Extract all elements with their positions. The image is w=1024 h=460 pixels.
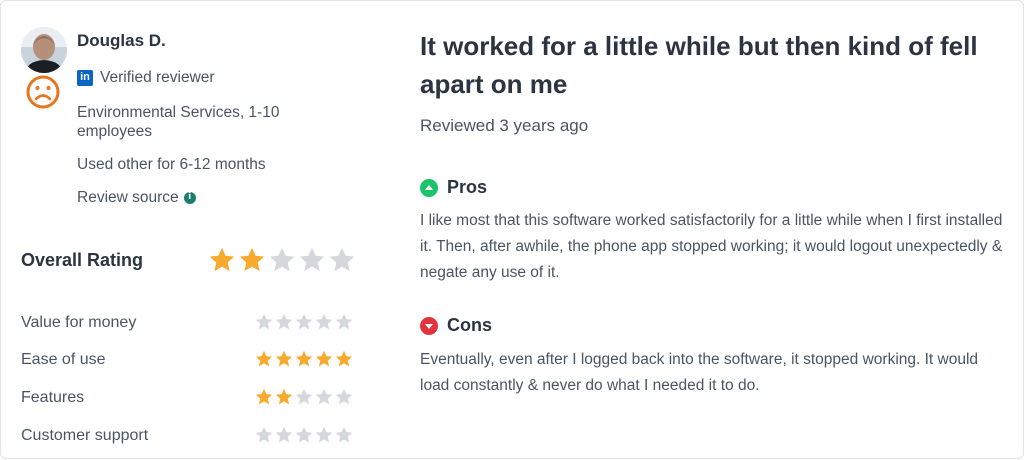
star-empty-icon: [295, 313, 313, 330]
pros-icon: [420, 178, 438, 197]
rating-row-customer-support: Customer support: [21, 425, 361, 449]
star-empty-icon: [335, 313, 353, 330]
review-card: Douglas D. in Verified reviewer Environm…: [0, 0, 1024, 459]
rating-stars: [254, 387, 354, 407]
avatar: [21, 27, 67, 73]
cons-text: Eventually, even after I logged back int…: [420, 351, 979, 394]
star-empty-icon: [275, 313, 293, 330]
linkedin-icon: in: [77, 69, 93, 86]
reviewer-company: Environmental Services, 1-10 employees: [77, 104, 280, 140]
star-empty-icon: [295, 388, 313, 405]
star-empty-icon: [335, 388, 353, 405]
star-filled-icon: [209, 247, 235, 272]
star-empty-icon: [315, 313, 333, 330]
star-empty-icon: [275, 426, 293, 443]
pros-text: I like most that this software worked sa…: [420, 212, 1003, 281]
star-empty-icon: [335, 426, 353, 443]
star-empty-icon: [255, 313, 273, 330]
star-filled-icon: [255, 350, 273, 367]
overall-rating-label: Overall Rating: [21, 250, 144, 270]
rating-row-ease-of-use: Ease of use: [21, 349, 361, 373]
rating-row-value-for-money: Value for money: [21, 312, 361, 336]
star-empty-icon: [329, 247, 355, 272]
reviewer-name: Douglas D.: [77, 31, 166, 50]
review-title: It worked for a little while but then ki…: [420, 31, 978, 99]
rating-label: Ease of use: [21, 351, 106, 368]
info-icon[interactable]: i: [183, 191, 196, 204]
star-empty-icon: [299, 247, 325, 272]
star-filled-icon: [295, 350, 313, 367]
pros-heading: Pros: [420, 177, 487, 198]
usage-duration: Used other for 6-12 months: [77, 156, 266, 173]
verified-reviewer: in Verified reviewer: [77, 68, 215, 87]
star-filled-icon: [275, 350, 293, 367]
star-empty-icon: [255, 426, 273, 443]
cons-icon: [420, 316, 438, 335]
cons-heading: Cons: [420, 315, 492, 336]
rating-stars: [254, 425, 354, 445]
rating-row-features: Features: [21, 387, 361, 411]
cons-heading-label: Cons: [447, 315, 492, 335]
rating-label: Value for money: [21, 314, 137, 331]
star-filled-icon: [255, 388, 273, 405]
pros-heading-label: Pros: [447, 177, 488, 197]
star-empty-icon: [315, 388, 333, 405]
review-date: Reviewed 3 years ago: [420, 116, 589, 135]
sad-face-icon: [26, 75, 60, 109]
star-filled-icon: [335, 350, 353, 367]
star-empty-icon: [295, 426, 313, 443]
verified-label: Verified reviewer: [100, 69, 215, 86]
star-filled-icon: [239, 247, 265, 272]
star-filled-icon: [275, 388, 293, 405]
review-source[interactable]: Review source i: [77, 188, 196, 207]
review-source-label: Review source: [77, 189, 179, 206]
rating-label: Features: [21, 389, 85, 406]
star-empty-icon: [315, 426, 333, 443]
rating-stars: [254, 312, 354, 332]
rating-label: Customer support: [21, 427, 149, 444]
overall-rating-stars: [207, 245, 357, 275]
reviewer-panel: Douglas D. in Verified reviewer Environm…: [1, 1, 381, 460]
star-empty-icon: [269, 247, 295, 272]
rating-stars: [254, 349, 354, 369]
star-filled-icon: [315, 350, 333, 367]
